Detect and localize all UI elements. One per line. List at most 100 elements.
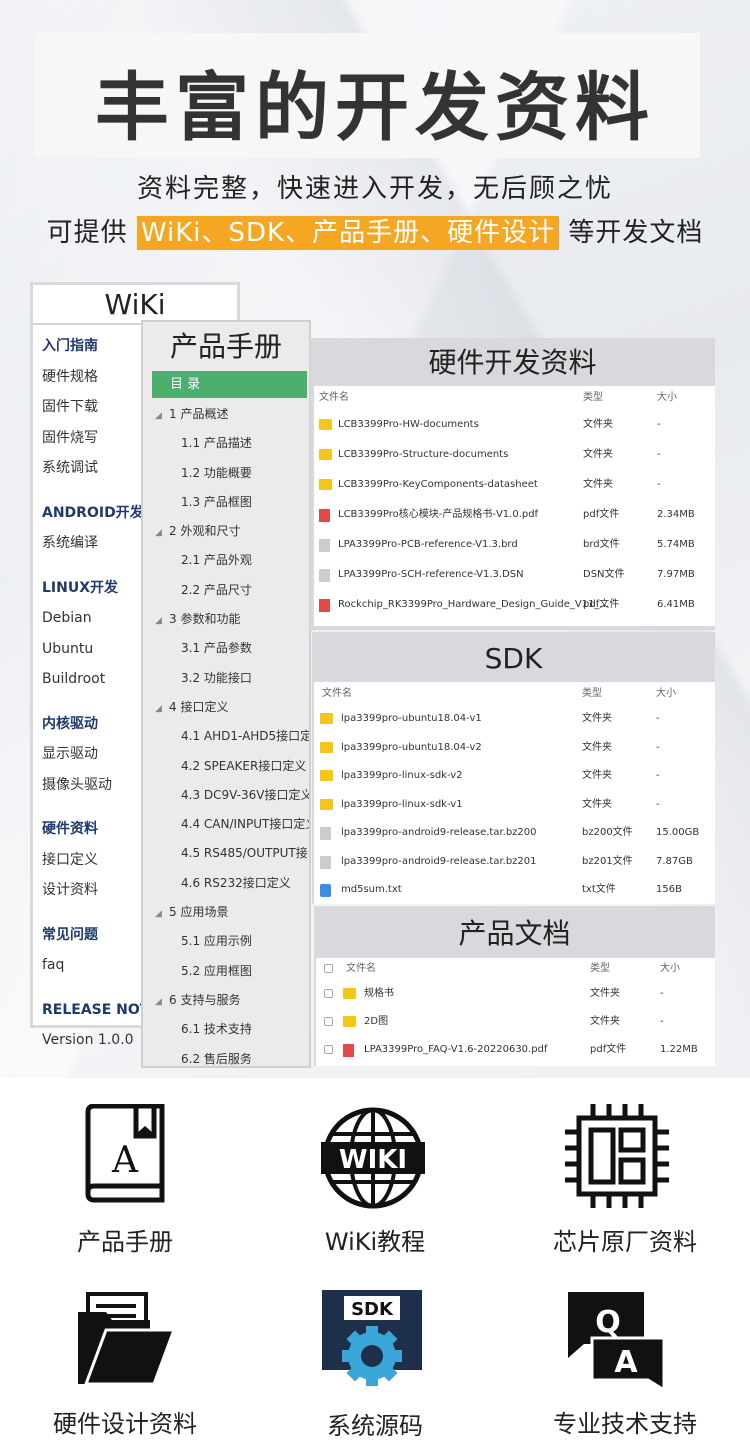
collapse-triangle-icon[interactable]: ◢ [155,607,169,636]
manual-toc-section[interactable]: 5.1 应用示例 [143,927,309,956]
file-row[interactable]: lpa3399pro-ubuntu18.04-v1 文件夹 - [314,705,715,734]
file-name: lpa3399pro-android9-release.tar.bz200 [341,827,537,838]
column-header-name[interactable]: 文件名 [346,958,376,980]
manual-toc-section[interactable]: 3.2 功能接口 [143,664,309,693]
manual-toc-chapter[interactable]: ◢ 1 产品概述 [143,400,309,429]
manual-toc-section[interactable]: 4.1 AHD1-AHD5接口定义 [143,722,309,751]
file-name: lpa3399pro-linux-sdk-v1 [341,798,463,810]
collapse-triangle-icon[interactable]: ◢ [155,900,169,929]
manual-toc-chapter[interactable]: ◢ 4 接口定义 [143,693,309,722]
manual-toc-section[interactable]: 2.2 产品尺寸 [143,576,309,605]
sdk-file-table: 文件名 类型 大小 lpa3399pro-ubuntu18.04-v1 文件夹 - lpa3… [314,682,715,904]
manual-toc-section[interactable]: 4.2 SPEAKER接口定义 [143,752,309,781]
manual-toc-label: 1 产品概述 [169,407,229,421]
collapse-triangle-icon[interactable]: ◢ [155,695,169,724]
file-row[interactable]: LPA3399Pro-PCB-reference-V1.3.brd brd文件 5.… [314,530,715,560]
column-header-size[interactable]: 大小 [656,682,676,705]
manual-toc-label: 5.1 应用示例 [181,934,252,949]
row-checkbox[interactable] [324,989,333,998]
file-row[interactable]: lpa3399pro-android9-release.tar.bz200 bz2… [314,819,715,848]
generic-file-icon [319,569,330,582]
file-size: - [656,713,660,724]
pdf-file-icon [319,509,330,522]
file-name: md5sum.txt [341,884,402,895]
file-row[interactable]: LCB3399Pro-HW-documents 文件夹 - [314,410,715,440]
collapse-triangle-icon[interactable]: ◢ [155,988,169,1017]
manual-toc-chapter[interactable]: ◢ 6 支持与服务 [143,986,309,1015]
file-type: bz201文件 [582,855,633,867]
file-row[interactable]: LPA3399Pro_FAQ-V1.6-20220630.pdf pdf文件 1.2… [316,1036,715,1064]
column-header-size[interactable]: 大小 [660,958,680,980]
subtitle-prefix: 可提供 [46,218,128,248]
file-row[interactable]: lpa3399pro-linux-sdk-v2 文件夹 - [314,762,715,791]
column-header-type[interactable]: 类型 [582,682,602,705]
manual-toc-section[interactable]: 1.1 产品描述 [143,429,309,458]
collapse-triangle-icon[interactable]: ◢ [155,402,169,431]
manual-toc-chapter[interactable]: ◢ 2 外观和尺寸 [143,517,309,546]
manual-toc-chapter[interactable]: ◢ 5 应用场景 [143,898,309,927]
file-row[interactable]: lpa3399pro-ubuntu18.04-v2 文件夹 - [314,734,715,763]
manual-toc-section[interactable]: 6.2 售后服务 [143,1045,309,1066]
file-row[interactable]: LCB3399Pro核心模块-产品规格书-V1.0.pdf pdf文件 2.34MB [314,500,715,530]
manual-toc-label: 3.2 功能接口 [181,670,252,685]
folder-icon [320,770,333,782]
folder-docs-icon [78,1292,176,1386]
column-header-name[interactable]: 文件名 [322,682,352,705]
file-size: - [656,741,660,753]
column-header-type[interactable]: 类型 [583,386,603,410]
manual-toc-label: 4.3 DC9V-36V接口定义 [181,787,311,802]
manual-toc-section[interactable]: 6.1 技术支持 [143,1015,309,1044]
text-file-icon [320,884,331,898]
file-name: Rockchip_RK3399Pro_Hardware_Design_Guide… [338,599,609,610]
collapse-triangle-icon[interactable]: ◢ [155,519,169,548]
manual-toc-section[interactable]: 1.3 产品框图 [143,488,309,517]
wiki-globe-icon: WIKI [321,1107,425,1209]
manual-toc-section[interactable]: 4.5 RS485/OUTPUT接口定义 [143,839,309,868]
feature-source-label: 系统源码 [327,1412,423,1440]
file-row[interactable]: LCB3399Pro-Structure-documents 文件夹 - [314,440,715,470]
manual-toc-section[interactable]: 2.1 产品外观 [143,546,309,575]
folder-icon [320,741,333,753]
column-header-name[interactable]: 文件名 [319,386,349,410]
file-table-header: 文件名 类型 大小 [314,386,715,410]
file-type: 文件夹 [582,741,612,753]
select-all-checkbox[interactable] [324,964,333,973]
file-row[interactable]: Rockchip_RK3399Pro_Hardware_Design_Guide… [314,590,715,620]
hardware-panel-title: 硬件开发资料 [428,346,597,379]
subtitle-line-2: 可提供 WiKi、SDK、产品手册、硬件设计 等开发文档 [0,212,750,250]
manual-toc-section[interactable]: 1.2 功能概要 [143,459,309,488]
manual-toc-label: 4.5 RS485/OUTPUT接口定义 [181,846,309,861]
subtitle-suffix: 等开发文档 [568,218,704,248]
feature-hardware-label: 硬件设计资料 [53,1410,197,1438]
manual-directory-header[interactable]: 目 录 [152,371,307,398]
row-checkbox[interactable] [324,1045,333,1054]
file-row[interactable]: lpa3399pro-android9-release.tar.bz201 bz2… [314,848,715,877]
manual-toc-section[interactable]: 4.6 RS232接口定义 [143,869,309,898]
file-name: lpa3399pro-android9-release.tar.bz201 [341,855,537,867]
file-row[interactable]: 2D图 文件夹 - [316,1008,715,1036]
file-size: - [657,419,661,430]
folder-icon [343,1016,356,1027]
column-header-size[interactable]: 大小 [657,386,677,410]
file-row[interactable]: LCB3399Pro-KeyComponents-datasheet 文件夹 - [314,470,715,500]
file-row[interactable]: 规格书 文件夹 - [316,980,715,1008]
file-type: 文件夹 [583,479,613,490]
manual-toc-section[interactable]: 4.3 DC9V-36V接口定义 [143,781,309,810]
manual-toc-chapter[interactable]: ◢ 3 参数和功能 [143,605,309,634]
manual-toc-label: 1.2 功能概要 [181,465,252,480]
file-row[interactable]: lpa3399pro-linux-sdk-v1 文件夹 - [314,791,715,820]
file-row[interactable]: LPA3399Pro-SCH-reference-V1.3.DSN DSN文件 7.… [314,560,715,590]
pdf-file-icon [319,599,330,612]
file-row[interactable]: md5sum.txt txt文件 156B [314,876,715,905]
manual-toc-label: 5 应用场景 [169,905,229,920]
folder-icon [320,798,333,810]
file-size: - [660,988,664,999]
manual-toc-section[interactable]: 4.4 CAN/INPUT接口定义 [143,810,309,839]
manual-toc-section[interactable]: 5.2 应用框图 [143,957,309,986]
file-type: bz200文件 [582,827,633,838]
column-header-type[interactable]: 类型 [590,958,610,980]
manual-toc-label: 4.6 RS232接口定义 [181,875,291,890]
manual-toc-section[interactable]: 3.1 产品参数 [143,634,309,663]
feature-support-label: 专业技术支持 [553,1410,697,1438]
row-checkbox[interactable] [324,1017,333,1026]
